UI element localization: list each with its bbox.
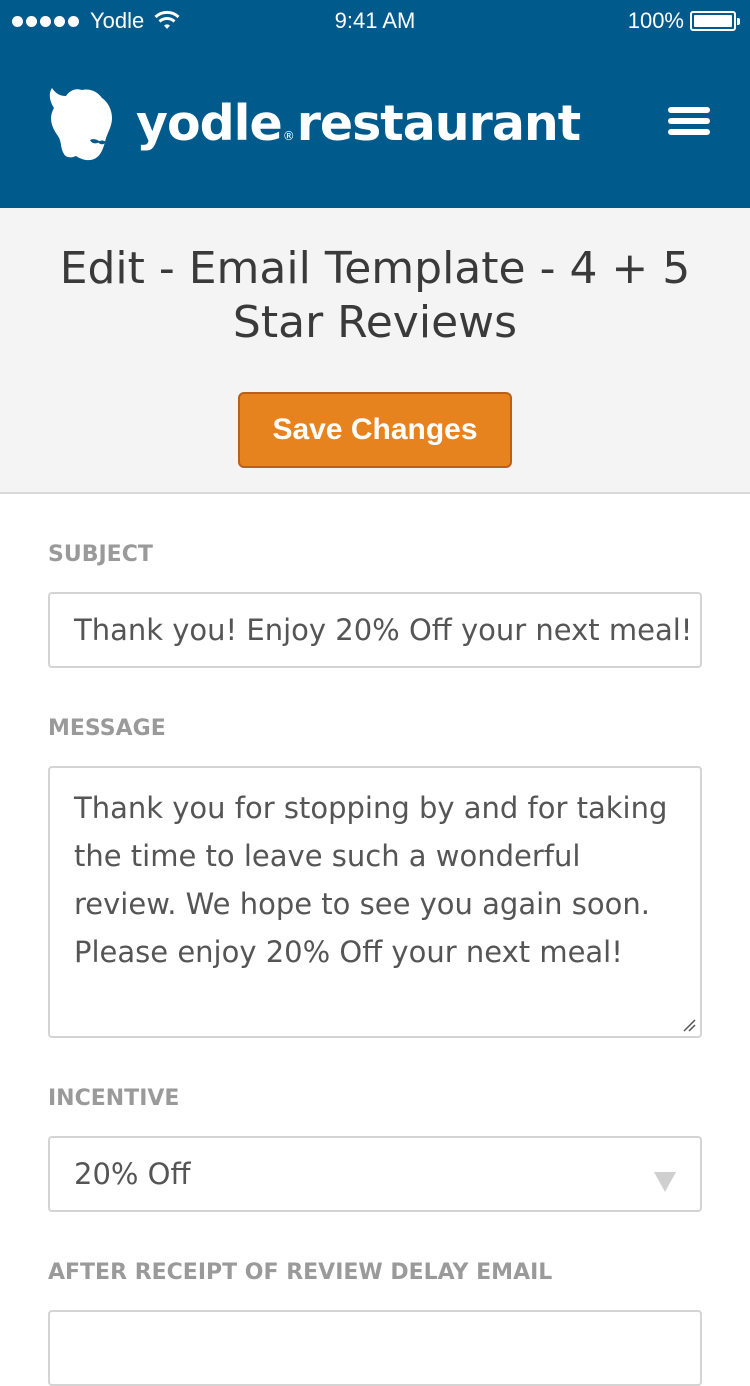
brand-primary: yodle bbox=[136, 94, 283, 152]
moose-head-icon bbox=[49, 88, 112, 161]
app-header: yodle ® restaurant bbox=[0, 40, 750, 208]
brand-logo[interactable]: yodle ® restaurant bbox=[46, 84, 581, 162]
status-right: 100% bbox=[627, 8, 740, 34]
message-textarea[interactable]: Thank you for stopping by and for taking… bbox=[48, 766, 702, 1038]
delay-label: AFTER RECEIPT OF REVIEW DELAY EMAIL bbox=[48, 1260, 553, 1285]
incentive-select[interactable]: 20% Off bbox=[48, 1136, 702, 1212]
delay-input[interactable] bbox=[48, 1310, 702, 1386]
registered-mark: ® bbox=[282, 128, 295, 143]
subject-input[interactable]: Thank you! Enjoy 20% Off your next meal! bbox=[48, 592, 702, 668]
save-changes-button[interactable]: Save Changes bbox=[238, 392, 512, 468]
resize-handle-icon[interactable] bbox=[682, 1018, 696, 1032]
message-label: MESSAGE bbox=[48, 716, 166, 741]
title-panel: Edit - Email Template - 4 + 5 Star Revie… bbox=[0, 208, 750, 494]
battery-percent: 100% bbox=[627, 8, 684, 33]
brand-secondary: restaurant bbox=[296, 94, 581, 152]
brand-wordmark: yodle ® restaurant bbox=[136, 94, 581, 152]
hamburger-menu-icon[interactable] bbox=[668, 107, 712, 141]
incentive-label: INCENTIVE bbox=[48, 1086, 180, 1111]
dropdown-arrow-icon bbox=[654, 1172, 676, 1192]
incentive-selected-value: 20% Off bbox=[74, 1157, 191, 1191]
status-bar: Yodle 9:41 AM 100% bbox=[0, 0, 750, 40]
subject-label: SUBJECT bbox=[48, 542, 153, 567]
message-text: Thank you for stopping by and for taking… bbox=[74, 791, 668, 969]
page-title: Edit - Email Template - 4 + 5 Star Revie… bbox=[59, 243, 691, 348]
battery-icon bbox=[690, 11, 740, 31]
